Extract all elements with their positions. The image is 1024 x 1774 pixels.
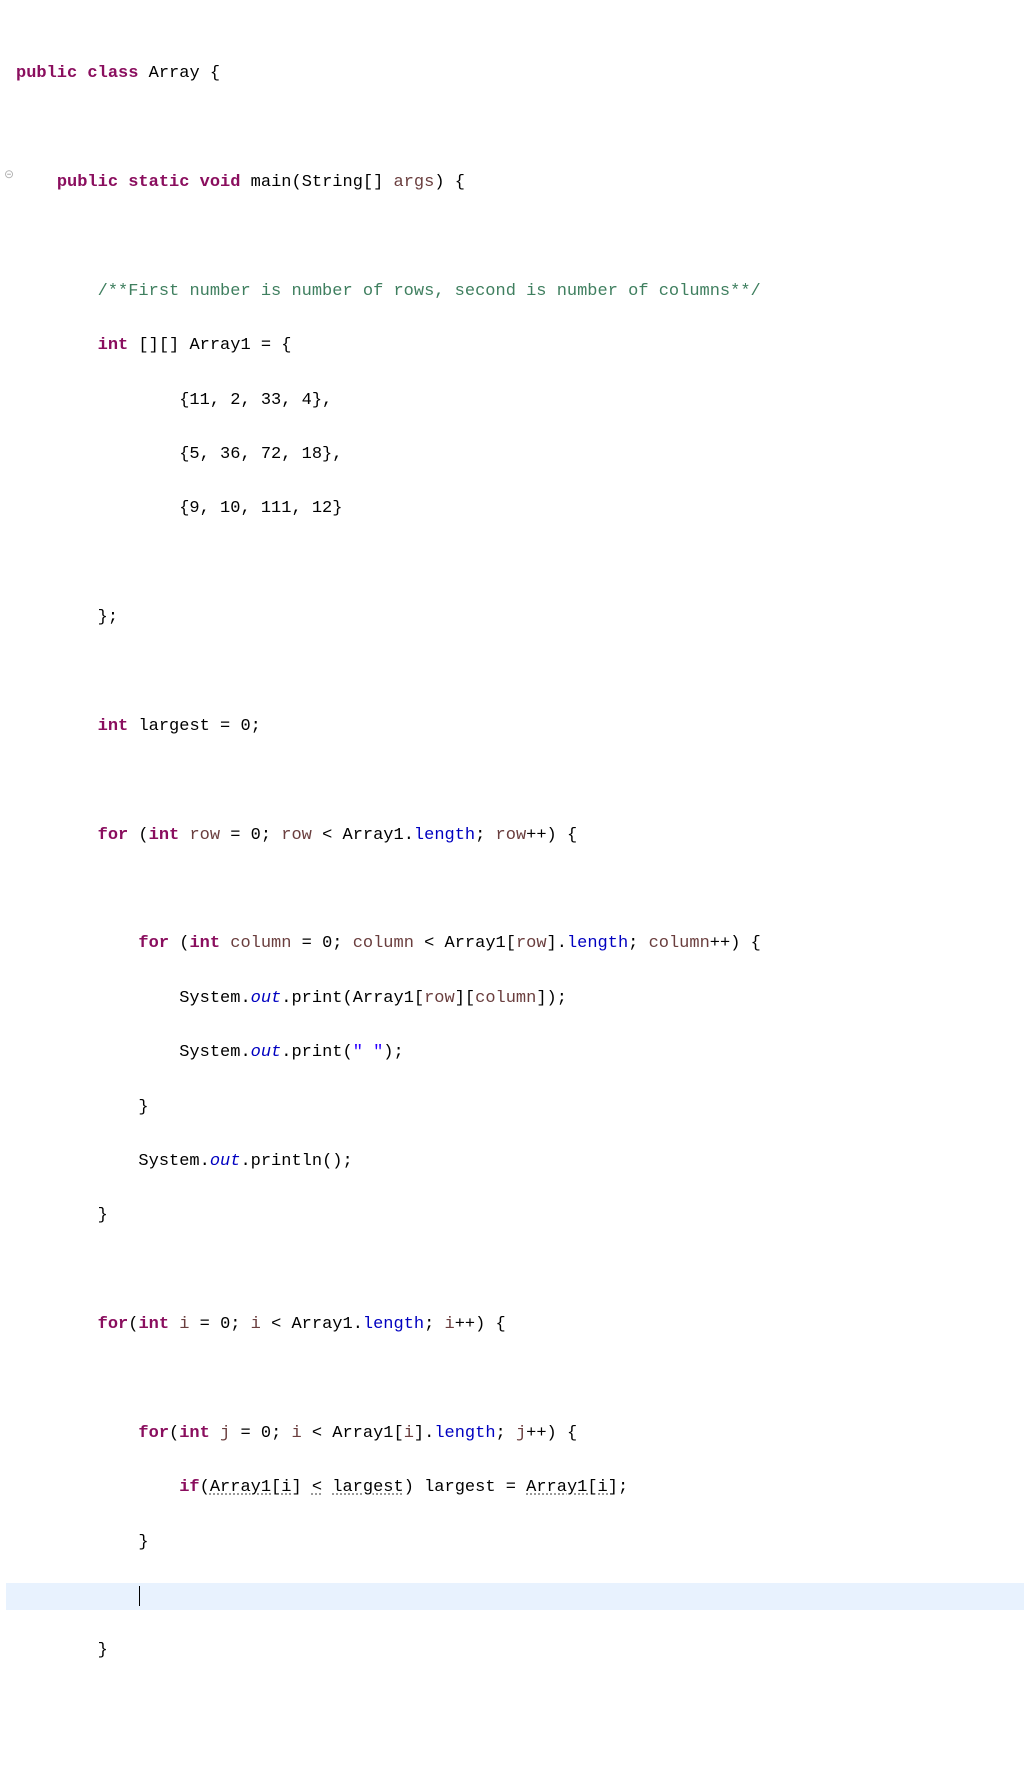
- code-line: if(Array1[i] < largest) largest = Array1…: [6, 1474, 1024, 1501]
- kw-int: int: [98, 336, 129, 355]
- comment: /**First number is number of rows, secon…: [98, 282, 761, 301]
- class-system: System: [179, 989, 240, 1008]
- type-string: String: [302, 173, 363, 192]
- code-line: for (int row = 0; row < Array1.length; r…: [6, 822, 1024, 849]
- code-line: for(int i = 0; i < Array1.length; i++) {: [6, 1311, 1024, 1338]
- kw-public: public: [57, 173, 118, 192]
- code-line: [6, 659, 1024, 686]
- code-line: /**First number is number of rows, secon…: [6, 278, 1024, 305]
- kw-for: for: [138, 1424, 169, 1443]
- code-line: [6, 1692, 1024, 1719]
- brace: {: [210, 64, 220, 83]
- code-line: [6, 1746, 1024, 1773]
- gutter-collapse-icon[interactable]: ⊝: [4, 169, 14, 181]
- class-name: Array: [149, 64, 200, 83]
- error-underline: Array1[i]: [210, 1478, 302, 1497]
- code-line: }: [6, 1529, 1024, 1556]
- code-line: {5, 36, 72, 18},: [6, 441, 1024, 468]
- code-line: }: [6, 1202, 1024, 1229]
- array-literal-row: {5, 36, 72, 18},: [179, 445, 342, 464]
- var-largest: largest: [138, 717, 209, 736]
- array-literal-row: {11, 2, 33, 4},: [179, 391, 332, 410]
- code-line: int [][] Array1 = {: [6, 332, 1024, 359]
- code-line: public class Array {: [6, 60, 1024, 87]
- code-line: for (int column = 0; column < Array1[row…: [6, 930, 1024, 957]
- var-j: j: [220, 1424, 230, 1443]
- code-line: [6, 767, 1024, 794]
- code-line: [6, 224, 1024, 251]
- code-line: System.out.println();: [6, 1148, 1024, 1175]
- string-literal: " ": [353, 1043, 384, 1062]
- code-line: ⊝ public static void main(String[] args)…: [6, 169, 1024, 196]
- method-name: main: [251, 173, 292, 192]
- kw-for: for: [98, 1315, 129, 1334]
- code-line: for(int j = 0; i < Array1[i].length; j++…: [6, 1420, 1024, 1447]
- code-line: }: [6, 1094, 1024, 1121]
- array-literal-row: {9, 10, 111, 12}: [179, 499, 342, 518]
- var-i: i: [179, 1315, 189, 1334]
- num-zero: 0: [240, 717, 250, 736]
- current-line-highlight: [6, 1583, 1024, 1610]
- code-line: [6, 1365, 1024, 1392]
- kw-for: for: [98, 826, 129, 845]
- param-args: args: [394, 173, 435, 192]
- code-line: {11, 2, 33, 4},: [6, 387, 1024, 414]
- kw-for: for: [138, 934, 169, 953]
- code-line: [6, 876, 1024, 903]
- kw-void: void: [200, 173, 241, 192]
- var-array1: Array1: [189, 336, 250, 355]
- kw-int: int: [98, 717, 129, 736]
- kw-static: static: [128, 173, 189, 192]
- text-cursor: [139, 1586, 140, 1606]
- var-row: row: [189, 826, 220, 845]
- code-line: [6, 115, 1024, 142]
- code-editor[interactable]: public class Array { ⊝ public static voi…: [0, 0, 1024, 1774]
- field-length: length: [414, 826, 475, 845]
- code-line: [6, 1257, 1024, 1284]
- error-underline: Array1[i]: [526, 1478, 618, 1497]
- method-println: println: [251, 1152, 322, 1171]
- field-out: out: [251, 989, 282, 1008]
- code-line: int largest = 0;: [6, 713, 1024, 740]
- code-line: System.out.print(Array1[row][column]);: [6, 985, 1024, 1012]
- kw-public: public: [16, 64, 77, 83]
- method-print: print: [291, 989, 342, 1008]
- code-line: System.out.print(" ");: [6, 1039, 1024, 1066]
- kw-if: if: [179, 1478, 199, 1497]
- code-line: [6, 550, 1024, 577]
- code-line: };: [6, 604, 1024, 631]
- code-line: }: [6, 1637, 1024, 1664]
- code-line: {9, 10, 111, 12}: [6, 495, 1024, 522]
- var-column: column: [230, 934, 291, 953]
- kw-class: class: [87, 64, 138, 83]
